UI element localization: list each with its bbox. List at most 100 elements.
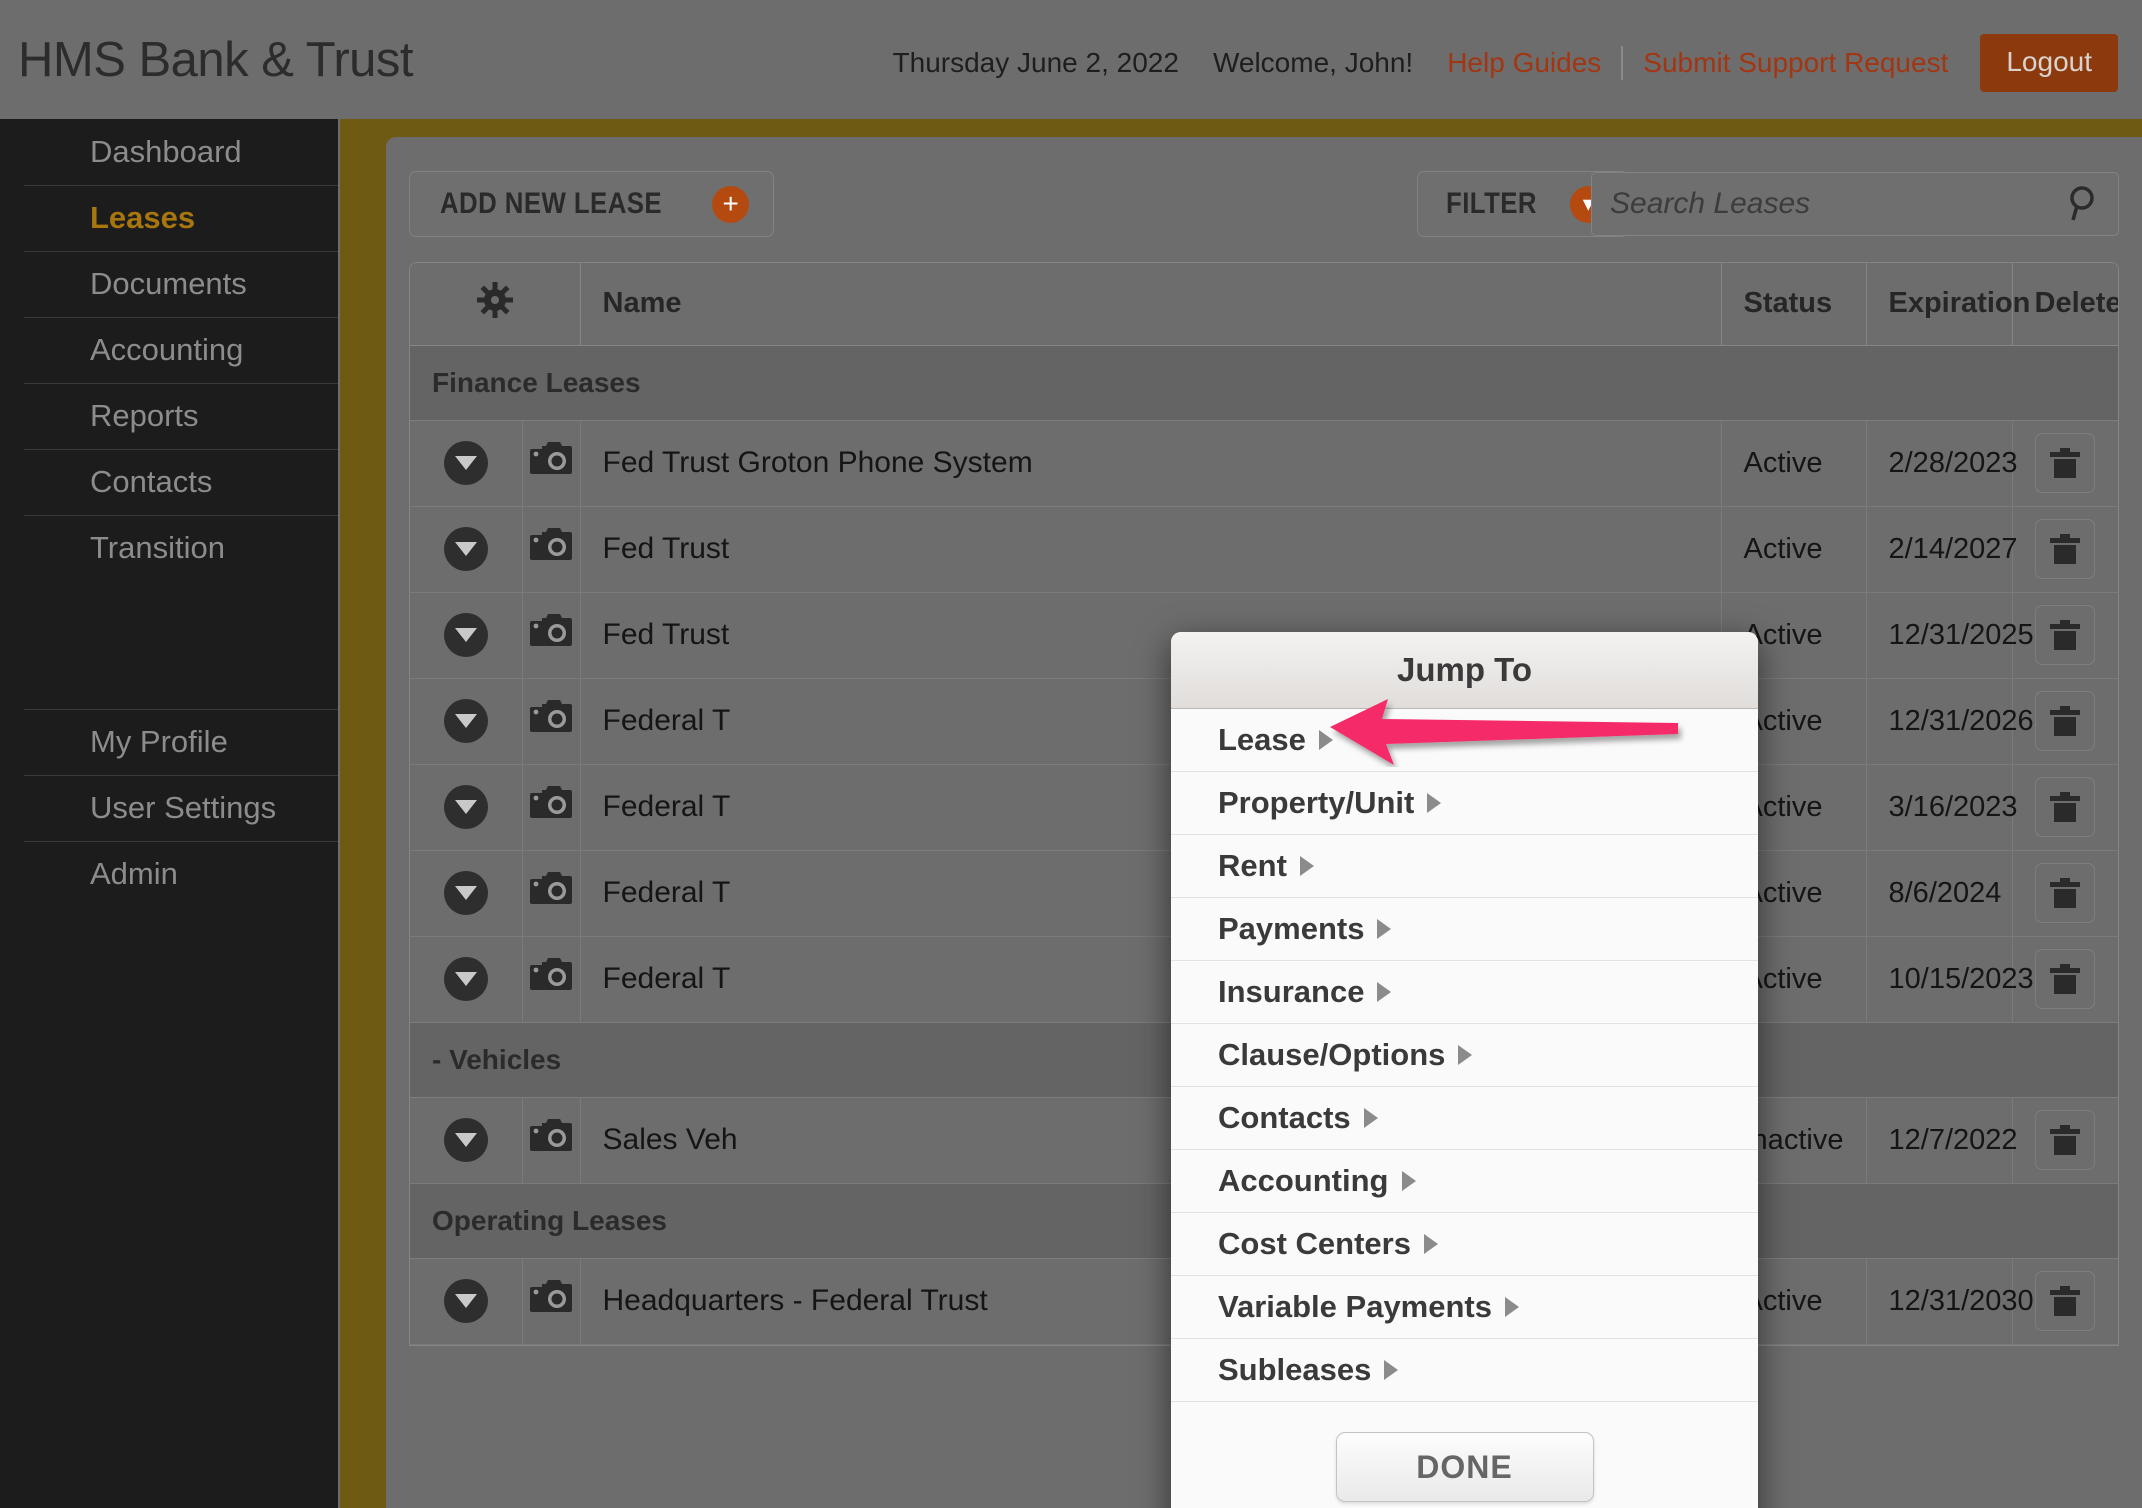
row-expand-cell[interactable] (410, 678, 523, 765)
trash-icon[interactable] (2048, 876, 2082, 910)
sidebar-item-user-settings[interactable]: User Settings (0, 775, 338, 841)
modal-footer: DONE (1171, 1402, 1758, 1508)
row-photo-cell[interactable] (522, 936, 581, 1023)
row-photo-cell[interactable] (522, 506, 581, 593)
trash-icon[interactable] (2048, 446, 2082, 480)
sidebar-item-contacts[interactable]: Contacts (0, 449, 338, 515)
table-group-row: Finance Leases (410, 344, 2118, 421)
sidebar-item-leases[interactable]: Leases (0, 185, 338, 251)
expand-row-icon[interactable] (443, 871, 488, 915)
lease-name[interactable]: Fed Trust Groton Phone System (580, 420, 1722, 507)
sidebar-item-reports[interactable]: Reports (0, 383, 338, 449)
sidebar-item-my-profile[interactable]: My Profile (0, 709, 338, 775)
jump-to-item-payments[interactable]: Payments (1171, 898, 1758, 961)
delete-lease-button[interactable] (2035, 1271, 2096, 1331)
jump-to-item-clause-options[interactable]: Clause/Options (1171, 1024, 1758, 1087)
lease-status: Active (1721, 420, 1867, 507)
sidebar-item-label: Leases (90, 200, 196, 235)
row-photo-cell[interactable] (522, 764, 581, 851)
trash-icon[interactable] (2048, 1284, 2082, 1318)
delete-lease-button[interactable] (2035, 777, 2096, 837)
jump-to-item-subleases[interactable]: Subleases (1171, 1339, 1758, 1402)
logout-button[interactable]: Logout (1980, 34, 2118, 92)
trash-icon[interactable] (2048, 962, 2082, 996)
sidebar-item-documents[interactable]: Documents (0, 251, 338, 317)
camera-icon[interactable] (530, 958, 572, 992)
expand-row-icon[interactable] (443, 785, 488, 829)
column-header-name[interactable]: Name (580, 263, 1722, 346)
delete-cell[interactable] (2012, 850, 2118, 937)
row-expand-cell[interactable] (410, 764, 523, 851)
expand-row-icon[interactable] (443, 1118, 488, 1162)
camera-icon[interactable] (530, 442, 572, 476)
delete-lease-button[interactable] (2035, 691, 2096, 751)
sidebar-item-transition[interactable]: Transition (0, 515, 338, 581)
sidebar-item-admin[interactable]: Admin (0, 841, 338, 907)
delete-lease-button[interactable] (2035, 433, 2096, 493)
row-photo-cell[interactable] (522, 592, 581, 679)
sidebar-item-dashboard[interactable]: Dashboard (0, 119, 338, 185)
search-leases-input[interactable]: Search Leases (1591, 172, 2119, 236)
jump-to-item-insurance[interactable]: Insurance (1171, 961, 1758, 1024)
delete-lease-button[interactable] (2035, 949, 2096, 1009)
add-new-lease-button[interactable]: ADD NEW LEASE + (409, 171, 775, 237)
lease-name[interactable]: Fed Trust (580, 506, 1722, 593)
delete-lease-button[interactable] (2035, 605, 2096, 665)
trash-icon[interactable] (2048, 532, 2082, 566)
row-expand-cell[interactable] (410, 850, 523, 937)
delete-cell[interactable] (2012, 506, 2118, 593)
jump-to-item-variable-payments[interactable]: Variable Payments (1171, 1276, 1758, 1339)
row-expand-cell[interactable] (410, 1258, 523, 1345)
row-expand-cell[interactable] (410, 1097, 523, 1184)
sidebar-item-accounting[interactable]: Accounting (0, 317, 338, 383)
delete-lease-button[interactable] (2035, 519, 2096, 579)
row-photo-cell[interactable] (522, 420, 581, 507)
help-guides-link[interactable]: Help Guides (1447, 47, 1601, 79)
column-settings-header[interactable] (410, 263, 581, 346)
gear-icon[interactable] (476, 281, 513, 318)
delete-cell[interactable] (2012, 1097, 2118, 1184)
delete-cell[interactable] (2012, 420, 2118, 507)
row-expand-cell[interactable] (410, 592, 523, 679)
row-photo-cell[interactable] (522, 850, 581, 937)
row-expand-cell[interactable] (410, 506, 523, 593)
trash-icon[interactable] (2048, 790, 2082, 824)
expand-row-icon[interactable] (443, 527, 488, 571)
trash-icon[interactable] (2048, 618, 2082, 652)
jump-to-item-contacts[interactable]: Contacts (1171, 1087, 1758, 1150)
trash-icon[interactable] (2048, 1123, 2082, 1157)
camera-icon[interactable] (530, 1280, 572, 1314)
expand-row-icon[interactable] (443, 957, 488, 1001)
expand-row-icon[interactable] (443, 699, 488, 743)
camera-icon[interactable] (530, 700, 572, 734)
jump-to-item-accounting[interactable]: Accounting (1171, 1150, 1758, 1213)
row-photo-cell[interactable] (522, 1258, 581, 1345)
jump-to-item-lease[interactable]: Lease (1171, 709, 1758, 772)
row-expand-cell[interactable] (410, 936, 523, 1023)
jump-to-item-label: Subleases (1218, 1352, 1372, 1387)
jump-to-item-rent[interactable]: Rent (1171, 835, 1758, 898)
done-button[interactable]: DONE (1335, 1432, 1594, 1502)
submit-support-request-link[interactable]: Submit Support Request (1643, 47, 1948, 79)
column-header-status[interactable]: Status (1721, 263, 1867, 346)
expand-row-icon[interactable] (443, 1279, 488, 1323)
delete-cell[interactable] (2012, 764, 2118, 851)
expand-row-icon[interactable] (443, 613, 488, 657)
trash-icon[interactable] (2048, 704, 2082, 738)
camera-icon[interactable] (530, 872, 572, 906)
row-photo-cell[interactable] (522, 678, 581, 765)
expand-row-icon[interactable] (443, 441, 488, 485)
delete-lease-button[interactable] (2035, 863, 2096, 923)
camera-icon[interactable] (530, 786, 572, 820)
row-photo-cell[interactable] (522, 1097, 581, 1184)
camera-icon[interactable] (530, 1119, 572, 1153)
camera-icon[interactable] (530, 528, 572, 562)
table-row[interactable]: Fed Trust Active 2/14/2027 (410, 506, 2118, 593)
jump-to-item-cost-centers[interactable]: Cost Centers (1171, 1213, 1758, 1276)
camera-icon[interactable] (530, 614, 572, 648)
delete-lease-button[interactable] (2035, 1110, 2096, 1170)
column-header-expiration[interactable]: Expiration (1866, 263, 2030, 346)
table-row[interactable]: Fed Trust Groton Phone System Active 2/28/… (410, 420, 2118, 507)
row-expand-cell[interactable] (410, 420, 523, 507)
jump-to-item-property-unit[interactable]: Property/Unit (1171, 772, 1758, 835)
